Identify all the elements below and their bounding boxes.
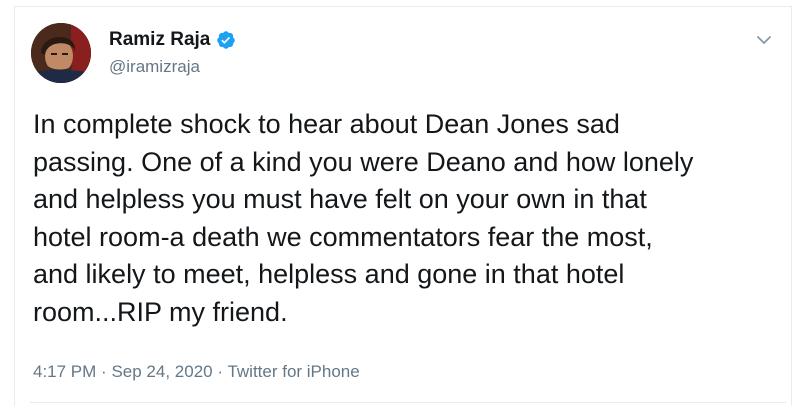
tweet-time[interactable]: 4:17 PM bbox=[33, 362, 96, 381]
meta-separator: · bbox=[217, 362, 224, 381]
author-display-name[interactable]: Ramiz Raja bbox=[109, 29, 210, 51]
avatar[interactable] bbox=[31, 23, 91, 83]
tweet-date[interactable]: Sep 24, 2020 bbox=[111, 362, 212, 381]
tweet-source[interactable]: Twitter for iPhone bbox=[227, 362, 359, 381]
more-options-button[interactable] bbox=[752, 28, 776, 52]
meta-separator: · bbox=[101, 362, 107, 381]
author-handle[interactable]: @iramizraja bbox=[109, 57, 200, 77]
chevron-down-icon bbox=[757, 36, 771, 44]
profile-photo bbox=[31, 23, 91, 83]
tweet-meta: 4:17 PM · Sep 24, 2020 · Twitter for iPh… bbox=[33, 362, 360, 382]
author-name-row[interactable]: Ramiz Raja bbox=[109, 29, 236, 51]
divider bbox=[30, 402, 786, 403]
verified-badge-icon bbox=[216, 30, 236, 50]
tweet-text: In complete shock to hear about Dean Jon… bbox=[33, 109, 694, 327]
